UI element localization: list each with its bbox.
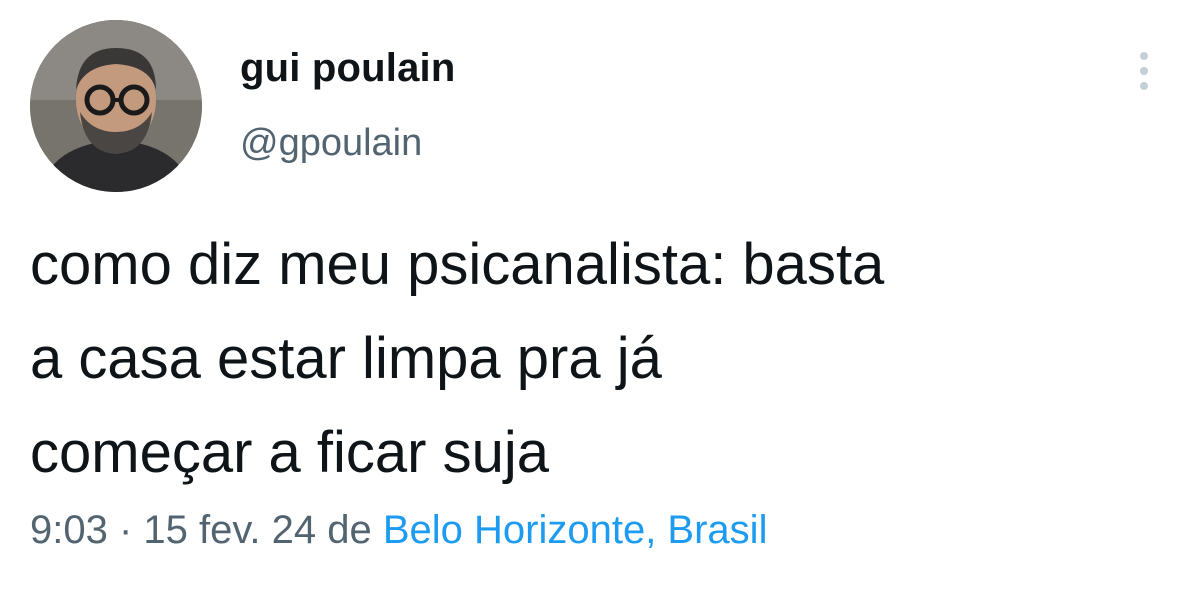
tweet-card: gui poulain @gpoulain como diz meu psica… — [0, 0, 1179, 608]
display-name[interactable]: gui poulain — [240, 46, 456, 91]
tweet-time[interactable]: 9:03 — [30, 508, 108, 552]
meta-separator: · — [107, 508, 144, 552]
user-handle[interactable]: @gpoulain — [240, 122, 422, 165]
more-vertical-icon[interactable] — [1127, 48, 1161, 94]
tweet-text-line: começar a ficar suja — [30, 420, 549, 485]
avatar[interactable] — [30, 20, 202, 192]
meta-from: de — [316, 508, 383, 552]
tweet-text-line: a casa estar limpa pra já — [30, 326, 662, 391]
tweet-text: como diz meu psicanalista: basta a casa … — [30, 218, 1170, 500]
avatar-image — [30, 20, 202, 192]
tweet-date[interactable]: 15 fev. 24 — [143, 508, 316, 552]
tweet-location-link[interactable]: Belo Horizonte, Brasil — [383, 508, 768, 552]
tweet-meta: 9:03 · 15 fev. 24 de Belo Horizonte, Bra… — [30, 508, 767, 553]
tweet-text-line: como diz meu psicanalista: basta — [30, 232, 885, 297]
